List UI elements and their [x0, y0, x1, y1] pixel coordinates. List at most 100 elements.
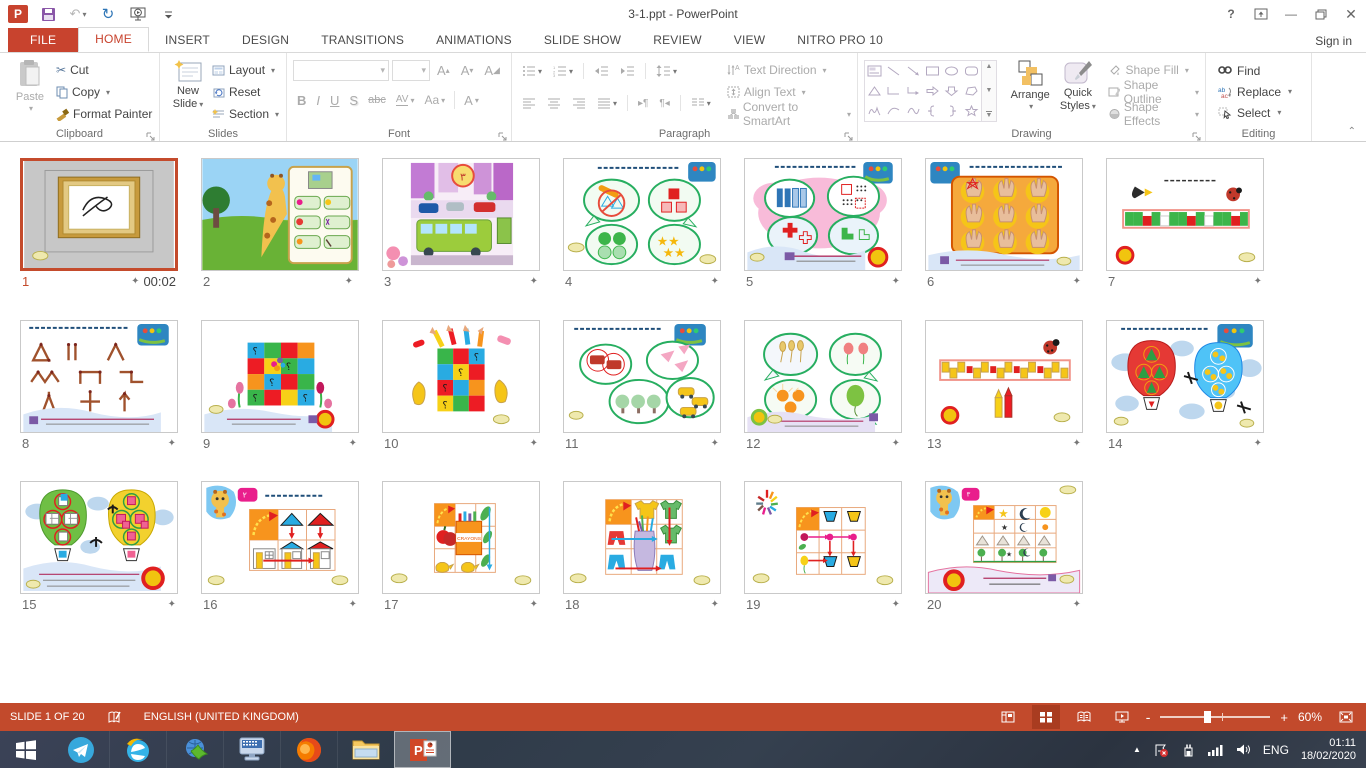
shrink-font-button[interactable]: A▾ [457, 59, 478, 81]
shape-effects-button[interactable]: Shape Effects▾ [1106, 103, 1201, 125]
bold-button[interactable]: B [293, 89, 310, 111]
slide-16-thumbnail[interactable]: ۲ [201, 481, 359, 594]
reading-view-button[interactable] [1070, 705, 1098, 729]
slide-8-thumbnail[interactable] [20, 320, 178, 433]
underline-button[interactable]: U [326, 89, 343, 111]
slide-15-thumbnail[interactable] [20, 481, 178, 594]
text-shadow-button[interactable]: S [345, 89, 362, 111]
text-direction-button[interactable]: A Text Direction▾ [725, 59, 853, 81]
new-slide-button[interactable]: New Slide▾ [166, 57, 210, 125]
quick-styles-button[interactable]: Quick Styles▾ [1055, 57, 1100, 115]
show-hidden-icons-button[interactable]: ▲ [1133, 745, 1141, 754]
slide-5-thumbnail[interactable] [744, 158, 902, 271]
section-button[interactable]: Section▾ [210, 103, 281, 125]
clipboard-dialog-launcher[interactable] [146, 129, 156, 139]
taskbar-firefox-button[interactable] [280, 731, 337, 768]
numbering-button[interactable]: 123▾ [549, 60, 577, 82]
grow-font-button[interactable]: A▴ [433, 59, 454, 81]
decrease-indent-button[interactable] [590, 60, 613, 82]
tab-review[interactable]: REVIEW [637, 29, 718, 52]
slide-4-thumbnail[interactable]: ★★★★ [563, 158, 721, 271]
cut-button[interactable]: ✂ Cut [54, 59, 154, 81]
zoom-slider-thumb[interactable] [1204, 711, 1211, 723]
slide-sorter-view-button[interactable] [1032, 705, 1060, 729]
tab-nitro-pro[interactable]: NITRO PRO 10 [781, 29, 899, 52]
slide-12-thumbnail[interactable] [744, 320, 902, 433]
ltr-direction-button[interactable]: ▸¶ [634, 92, 652, 114]
copy-button[interactable]: Copy▾ [54, 81, 154, 103]
zoom-out-button[interactable]: - [1146, 709, 1151, 725]
slide-13-thumbnail[interactable] [925, 320, 1083, 433]
language-indicator[interactable]: ENGLISH (UNITED KINGDOM) [144, 711, 299, 723]
paste-button[interactable]: Paste▾ [6, 57, 54, 125]
rtl-direction-button[interactable]: ¶◂ [655, 92, 673, 114]
proofing-icon[interactable] [107, 710, 122, 724]
slide-20-thumbnail[interactable]: ۳ ★ ★ ★ [925, 481, 1083, 594]
slide-19-thumbnail[interactable] [744, 481, 902, 594]
strikethrough-button[interactable]: abc [364, 89, 390, 111]
taskbar-telegram-button[interactable] [52, 731, 109, 768]
network-signal-icon[interactable] [1207, 743, 1224, 756]
arrange-button[interactable]: Arrange▾ [1005, 57, 1055, 113]
tab-animations[interactable]: ANIMATIONS [420, 29, 528, 52]
tab-view[interactable]: VIEW [718, 29, 781, 52]
shapes-gallery-scrollbar[interactable]: ▲ ▼ ▼ [982, 60, 997, 122]
reset-button[interactable]: Reset [210, 81, 281, 103]
taskbar-on-screen-keyboard-button[interactable] [223, 731, 280, 768]
paragraph-dialog-launcher[interactable] [844, 129, 854, 139]
increase-indent-button[interactable] [616, 60, 639, 82]
font-color-button[interactable]: A▾ [460, 89, 483, 111]
font-size-combobox[interactable]: ▾ [392, 60, 430, 81]
collapse-ribbon-button[interactable]: ⌃ [1348, 126, 1356, 137]
start-button[interactable] [0, 731, 52, 768]
restore-button[interactable] [1306, 2, 1336, 26]
taskbar-clock[interactable]: 01:11 18/02/2020 [1301, 737, 1362, 763]
zoom-level[interactable]: 60% [1298, 710, 1322, 724]
layout-button[interactable]: Layout▾ [210, 59, 281, 81]
gallery-down-icon[interactable]: ▼ [986, 87, 993, 94]
change-case-button[interactable]: Aa▾ [420, 89, 449, 111]
ribbon-display-options-button[interactable] [1246, 2, 1276, 26]
slide-2-thumbnail[interactable] [201, 158, 359, 271]
align-left-button[interactable] [518, 92, 540, 114]
normal-view-button[interactable] [994, 705, 1022, 729]
gallery-up-icon[interactable]: ▲ [986, 63, 993, 70]
font-name-combobox[interactable]: ▾ [293, 60, 389, 81]
shapes-gallery[interactable] [864, 60, 982, 122]
convert-to-smartart-button[interactable]: Convert to SmartArt▾ [725, 103, 853, 125]
close-button[interactable]: ✕ [1336, 2, 1366, 26]
tab-insert[interactable]: INSERT [149, 29, 226, 52]
input-language-indicator[interactable]: ENG [1263, 743, 1289, 757]
action-center-icon[interactable] [1153, 743, 1169, 757]
power-plug-icon[interactable] [1181, 743, 1195, 757]
taskbar-file-explorer-button[interactable] [337, 731, 394, 768]
slide-3-thumbnail[interactable]: ۳ [382, 158, 540, 271]
tab-slideshow[interactable]: SLIDE SHOW [528, 29, 637, 52]
taskbar-internet-explorer-button[interactable] [109, 731, 166, 768]
drawing-dialog-launcher[interactable] [1192, 129, 1202, 139]
help-button[interactable]: ? [1216, 2, 1246, 26]
replace-button[interactable]: abac Replace▾ [1218, 81, 1307, 102]
slide-18-thumbnail[interactable] [563, 481, 721, 594]
align-center-button[interactable] [543, 92, 565, 114]
zoom-in-button[interactable]: + [1280, 710, 1288, 725]
slide-1-thumbnail[interactable] [20, 158, 178, 271]
select-button[interactable]: Select▾ [1218, 102, 1307, 123]
slide-7-thumbnail[interactable] [1106, 158, 1264, 271]
slide-10-thumbnail[interactable]: ؟؟؟؟ [382, 320, 540, 433]
taskbar-idm-button[interactable] [166, 731, 223, 768]
zoom-slider[interactable] [1160, 716, 1270, 718]
justify-button[interactable]: ▾ [593, 92, 621, 114]
find-button[interactable]: Find [1218, 60, 1307, 81]
sign-in-link[interactable]: Sign in [1315, 34, 1352, 48]
line-spacing-button[interactable]: ▾ [652, 60, 681, 82]
minimize-button[interactable]: — [1276, 2, 1306, 26]
slide-9-thumbnail[interactable]: ؟؟؟؟؟ [201, 320, 359, 433]
tab-home[interactable]: HOME [78, 27, 149, 52]
slide-show-button[interactable] [1108, 705, 1136, 729]
italic-button[interactable]: I [312, 89, 324, 111]
character-spacing-button[interactable]: AV▾ [392, 89, 419, 111]
taskbar-powerpoint-button[interactable]: P [394, 731, 451, 768]
volume-icon[interactable] [1236, 743, 1251, 756]
tab-design[interactable]: DESIGN [226, 29, 305, 52]
